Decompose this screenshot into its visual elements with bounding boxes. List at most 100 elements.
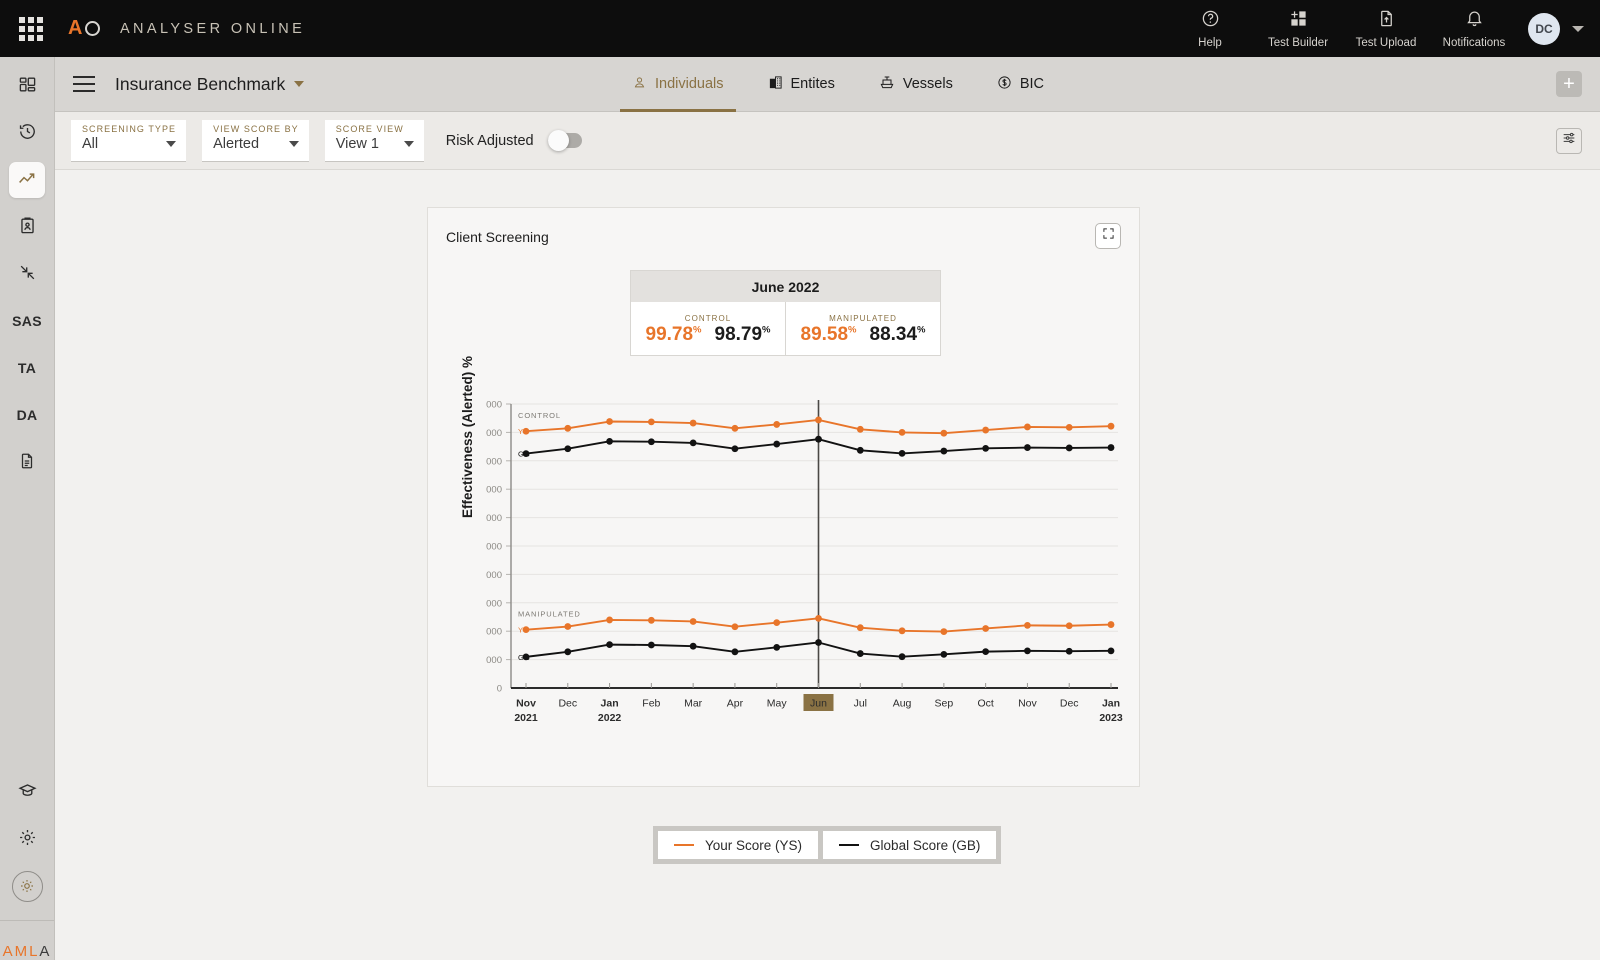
chart-data-point[interactable] [898, 627, 906, 635]
chart-data-point[interactable] [606, 418, 613, 425]
chart-data-point[interactable] [731, 648, 739, 656]
sidebar-item-sas[interactable]: SAS [9, 303, 45, 339]
chart-x-tick-label[interactable]: Jun [810, 698, 827, 710]
sidebar-item-brightness[interactable] [9, 868, 45, 904]
chart-data-point[interactable] [1024, 423, 1031, 431]
chart-data-point[interactable] [898, 653, 906, 661]
help-button[interactable]: Help [1166, 0, 1254, 57]
tab-individuals[interactable]: Individuals [610, 57, 746, 112]
score-view-select[interactable]: SCORE VIEW View 1 [324, 119, 424, 162]
chart-data-point[interactable] [1065, 444, 1073, 452]
chart-data-point[interactable] [898, 450, 906, 457]
sidebar-item-collapse[interactable] [9, 256, 45, 292]
tab-vessels[interactable]: Vessels [857, 57, 975, 112]
chart-data-point[interactable] [773, 619, 781, 627]
chart-data-point[interactable] [1065, 647, 1073, 655]
chart-data-point[interactable] [773, 643, 781, 651]
chart-data-point[interactable] [1107, 647, 1115, 655]
chart-x-tick-label[interactable]: Jul [854, 698, 867, 710]
chart-data-point[interactable] [1065, 423, 1073, 431]
chart-data-point[interactable] [982, 444, 990, 452]
chart-data-point[interactable] [856, 650, 864, 657]
chart-data-point[interactable] [1107, 621, 1115, 628]
chart-x-tick-label[interactable]: Jan [1102, 698, 1120, 710]
test-upload-button[interactable]: Test Upload [1342, 0, 1430, 57]
chart-x-tick-label[interactable]: Dec [558, 698, 577, 710]
add-widget-button[interactable]: + [1556, 71, 1582, 97]
chart-data-point[interactable] [1024, 647, 1031, 655]
chart-data-point[interactable] [940, 628, 948, 635]
chart-x-tick-label[interactable]: Dec [1060, 698, 1079, 710]
chart-data-point[interactable] [856, 425, 864, 433]
chart-data-point[interactable] [940, 429, 948, 437]
sidebar-item-ta[interactable]: TA [9, 350, 45, 386]
notifications-button[interactable]: Notifications [1430, 0, 1518, 57]
chart-data-point[interactable] [815, 639, 822, 646]
chart-data-point[interactable] [606, 616, 613, 624]
chart-data-point[interactable] [731, 623, 739, 631]
sidebar-item-trends[interactable] [9, 162, 45, 198]
chart-data-point[interactable] [773, 421, 781, 428]
chart-data-point[interactable] [773, 440, 781, 448]
chart-data-point[interactable] [982, 625, 990, 632]
chart-x-tick-label[interactable]: Nov [1018, 698, 1037, 710]
chart-data-point[interactable] [1024, 444, 1031, 451]
chart-data-point[interactable] [647, 418, 655, 426]
chart-data-point[interactable] [564, 424, 572, 432]
hamburger-icon[interactable] [73, 76, 95, 92]
sidebar-item-history[interactable] [9, 115, 45, 151]
sidebar-item-reports[interactable] [9, 209, 45, 245]
chart-data-point[interactable] [564, 648, 572, 656]
chart-data-point[interactable] [1107, 422, 1115, 430]
chart-data-point[interactable] [815, 416, 822, 424]
sidebar-item-dashboard[interactable] [9, 68, 45, 104]
sidebar-item-documents[interactable] [9, 444, 45, 480]
chart-data-point[interactable] [731, 445, 739, 453]
chart-x-tick-label[interactable]: Aug [893, 698, 912, 710]
chart-data-point[interactable] [982, 426, 990, 434]
sidebar-item-settings[interactable] [9, 821, 45, 857]
sidebar-item-learning[interactable] [9, 774, 45, 810]
chart-data-point[interactable] [815, 435, 822, 443]
chart-data-point[interactable] [647, 641, 655, 649]
chart-data-point[interactable] [689, 618, 697, 625]
chart-x-tick-label[interactable]: Sep [935, 698, 954, 710]
chart-data-point[interactable] [731, 424, 739, 432]
project-selector[interactable]: Insurance Benchmark [95, 74, 305, 95]
chart-data-point[interactable] [1065, 622, 1073, 630]
chart-data-point[interactable] [940, 447, 948, 455]
tab-bic[interactable]: BIC [975, 57, 1066, 112]
view-score-by-select[interactable]: VIEW SCORE BY Alerted [202, 119, 309, 162]
chart-data-point[interactable] [940, 650, 948, 658]
expand-chart-button[interactable] [1095, 223, 1121, 249]
chart-data-point[interactable] [564, 445, 572, 453]
avatar[interactable]: DC [1528, 12, 1560, 45]
chart-data-point[interactable] [856, 446, 864, 454]
chart-settings-button[interactable] [1556, 127, 1582, 154]
risk-adjusted-toggle[interactable] [547, 130, 582, 151]
chart-data-point[interactable] [689, 439, 697, 447]
tab-entites[interactable]: Entites [746, 57, 857, 112]
chart-x-tick-label[interactable]: Jan [601, 698, 619, 710]
chart-data-point[interactable] [898, 429, 906, 436]
chart-data-point[interactable] [606, 437, 613, 445]
screening-type-select[interactable]: SCREENING TYPE All [71, 119, 187, 162]
chart-x-tick-label[interactable]: Nov [516, 698, 536, 710]
chart-data-point[interactable] [856, 624, 864, 632]
chart-x-tick-label[interactable]: May [767, 698, 788, 710]
app-logo[interactable]: A ANALYSER ONLINE [68, 17, 305, 40]
chart-data-point[interactable] [606, 641, 613, 649]
chart-plot-area[interactable]: 0000000000000000000000000000000CONTROLYS… [446, 398, 1126, 748]
chart-data-point[interactable] [689, 642, 697, 650]
chart-data-point[interactable] [689, 419, 697, 427]
chart-data-point[interactable] [1024, 621, 1031, 629]
chart-x-tick-label[interactable]: Oct [977, 698, 993, 710]
chart-x-tick-label[interactable]: Apr [727, 698, 744, 710]
account-chevron-down-icon[interactable] [1572, 25, 1584, 32]
chart-x-tick-label[interactable]: Feb [642, 698, 660, 710]
legend-item-global-score[interactable]: Global Score (GB) [823, 831, 997, 859]
chart-data-point[interactable] [647, 616, 655, 624]
chart-data-point[interactable] [647, 438, 655, 446]
apps-grid-icon[interactable] [18, 16, 44, 42]
test-builder-button[interactable]: Test Builder [1254, 0, 1342, 57]
